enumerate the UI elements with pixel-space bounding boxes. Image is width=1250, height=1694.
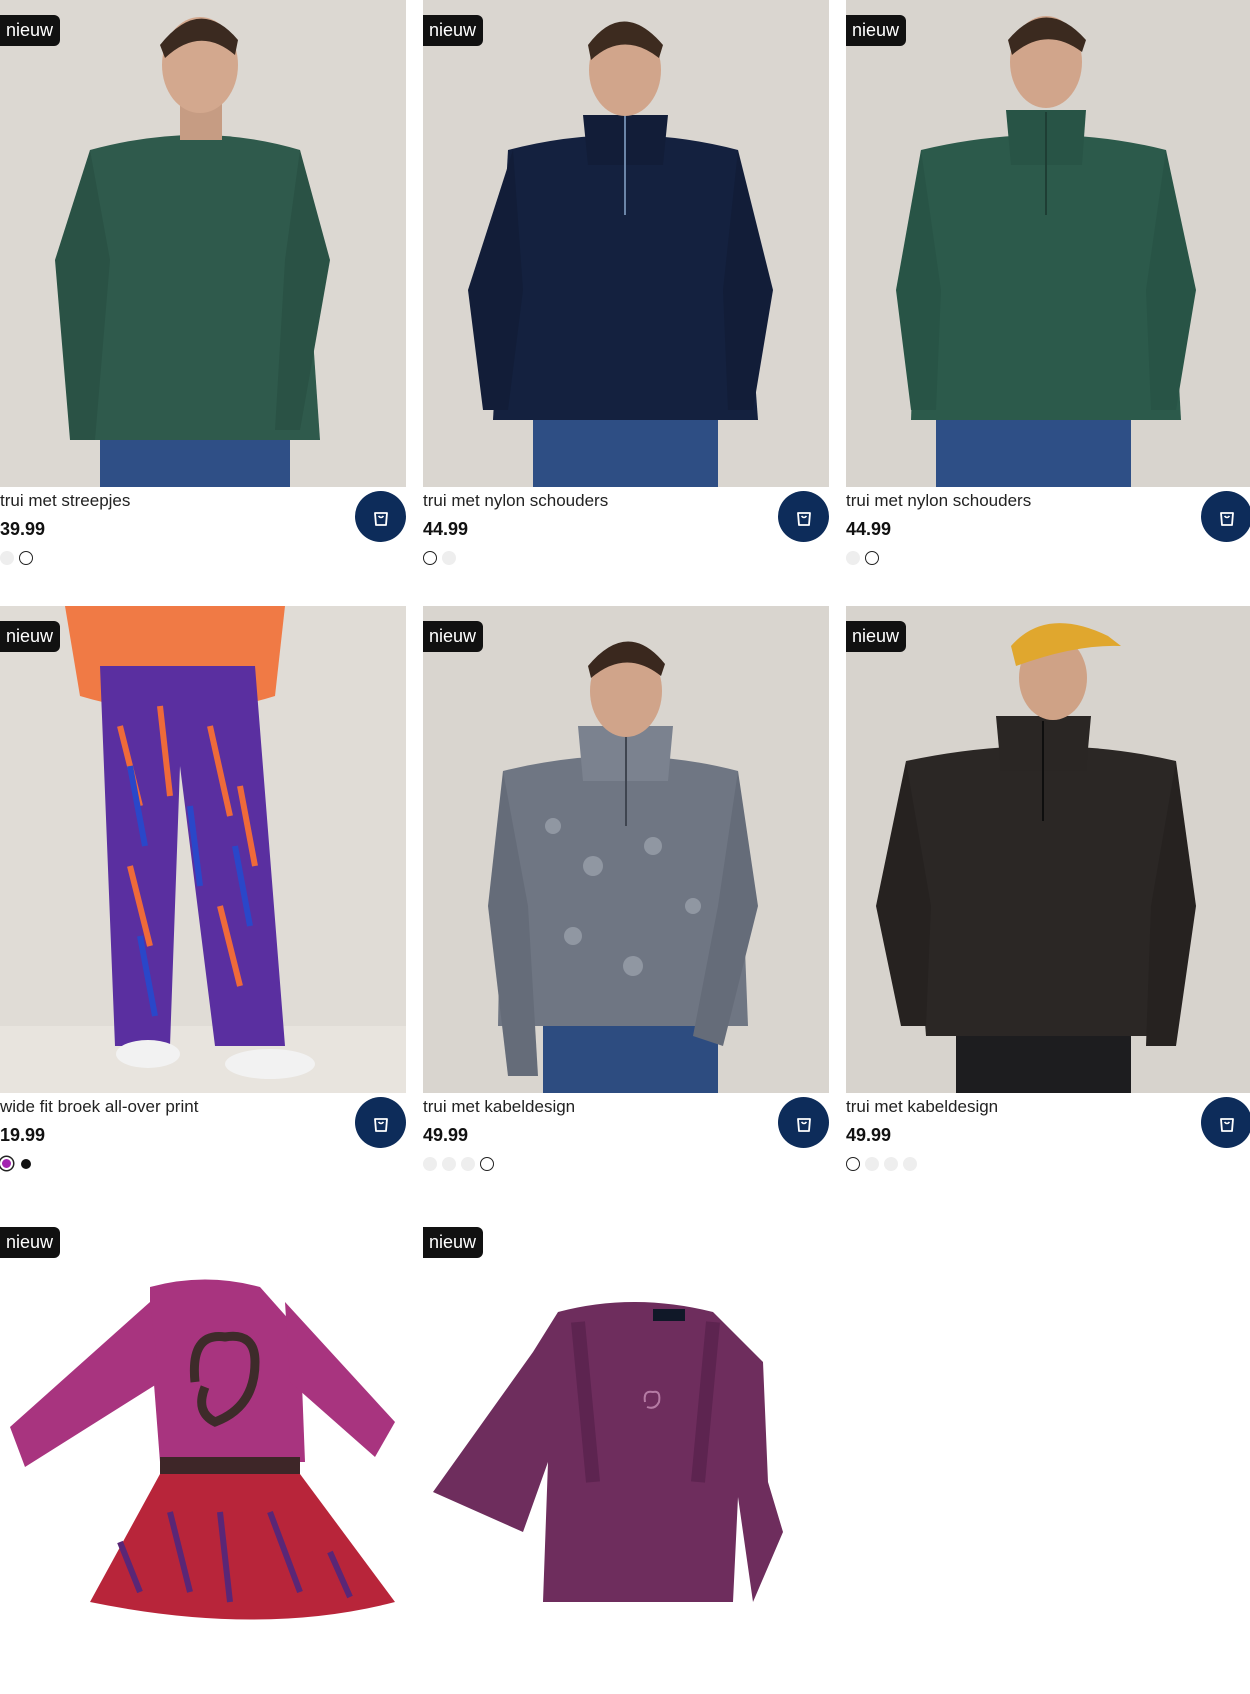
product-photo — [0, 606, 406, 1093]
product-card[interactable]: nieuw wide fit broek all-over print 19.9… — [0, 606, 406, 1213]
product-photo — [423, 1212, 829, 1694]
color-swatch[interactable] — [884, 1157, 898, 1171]
product-photo — [846, 0, 1250, 487]
product-price: 49.99 — [423, 1125, 469, 1145]
product-price: 44.99 — [846, 519, 892, 539]
product-image[interactable]: nieuw — [0, 0, 406, 487]
color-swatch-selected[interactable] — [19, 551, 33, 565]
new-badge: nieuw — [0, 1227, 61, 1258]
shopping-bag-icon — [796, 1117, 811, 1132]
add-to-cart-button[interactable] — [355, 1097, 406, 1148]
product-card[interactable]: nieuw trui met kabeldesign 49.99 — [846, 606, 1250, 1213]
shopping-bag-icon — [373, 1117, 388, 1132]
product-image[interactable]: nieuw — [423, 1212, 829, 1694]
color-swatches — [0, 551, 33, 565]
color-swatches — [423, 551, 456, 565]
product-price: 19.99 — [0, 1125, 46, 1145]
product-photo — [0, 1212, 406, 1694]
product-card[interactable]: nieuw — [0, 1212, 406, 1694]
color-swatch[interactable] — [903, 1157, 917, 1171]
product-title[interactable]: trui met streepjes — [0, 491, 130, 511]
product-card[interactable]: nieuw trui met kabeldesign 49.99 — [423, 606, 829, 1213]
product-image[interactable]: nieuw — [846, 0, 1250, 487]
add-to-cart-button[interactable] — [778, 1097, 829, 1148]
color-swatches — [846, 1157, 917, 1171]
color-swatch[interactable] — [865, 1157, 879, 1171]
product-photo — [846, 606, 1250, 1093]
new-badge: nieuw — [423, 15, 484, 46]
product-image[interactable]: nieuw — [423, 606, 829, 1093]
color-swatch[interactable] — [846, 551, 860, 565]
product-title[interactable]: wide fit broek all-over print — [0, 1097, 198, 1117]
shopping-bag-icon — [796, 511, 811, 526]
product-title[interactable]: trui met kabeldesign — [846, 1097, 998, 1117]
new-badge: nieuw — [423, 1227, 484, 1258]
color-swatch[interactable] — [461, 1157, 475, 1171]
add-to-cart-button[interactable] — [1201, 1097, 1250, 1148]
color-swatch[interactable] — [0, 551, 14, 565]
product-image[interactable]: nieuw — [846, 606, 1250, 1093]
product-card[interactable]: nieuw trui met nylon schouders 44.99 — [423, 0, 829, 607]
color-swatches — [846, 551, 879, 565]
product-image[interactable]: nieuw — [0, 606, 406, 1093]
color-swatch[interactable] — [21, 1158, 31, 1169]
product-card[interactable]: nieuw trui met nylon schouders 44.99 — [846, 0, 1250, 607]
product-price: 44.99 — [423, 519, 469, 539]
product-image[interactable]: nieuw — [423, 0, 829, 487]
color-swatch-selected[interactable] — [865, 551, 879, 565]
color-swatch-selected[interactable] — [423, 551, 437, 565]
product-photo — [423, 606, 829, 1093]
product-photo — [0, 0, 406, 487]
product-image[interactable]: nieuw — [0, 1212, 406, 1694]
product-price: 49.99 — [846, 1125, 892, 1145]
product-photo — [423, 0, 829, 487]
add-to-cart-button[interactable] — [1201, 491, 1250, 542]
product-card[interactable]: nieuw trui met streepjes 39.99 — [0, 0, 406, 607]
new-badge: nieuw — [0, 15, 61, 46]
add-to-cart-button[interactable] — [355, 491, 406, 542]
new-badge: nieuw — [846, 15, 907, 46]
product-price: 39.99 — [0, 519, 46, 539]
shopping-bag-icon — [373, 511, 388, 526]
new-badge: nieuw — [846, 621, 907, 652]
new-badge: nieuw — [0, 621, 61, 652]
add-to-cart-button[interactable] — [778, 491, 829, 542]
new-badge: nieuw — [423, 621, 484, 652]
shopping-bag-icon — [1219, 511, 1234, 526]
product-card[interactable]: nieuw — [423, 1212, 829, 1694]
color-swatch-selected[interactable] — [846, 1157, 860, 1171]
product-title[interactable]: trui met nylon schouders — [846, 491, 1031, 511]
shopping-bag-icon — [1219, 1117, 1234, 1132]
color-swatch-selected[interactable] — [0, 1157, 13, 1170]
color-swatch[interactable] — [442, 551, 456, 565]
color-swatch[interactable] — [423, 1157, 437, 1171]
color-swatch-selected[interactable] — [480, 1157, 494, 1171]
color-swatches — [423, 1157, 494, 1171]
product-title[interactable]: trui met kabeldesign — [423, 1097, 575, 1117]
color-swatch[interactable] — [442, 1157, 456, 1171]
color-swatches — [0, 1157, 31, 1170]
product-title[interactable]: trui met nylon schouders — [423, 491, 608, 511]
